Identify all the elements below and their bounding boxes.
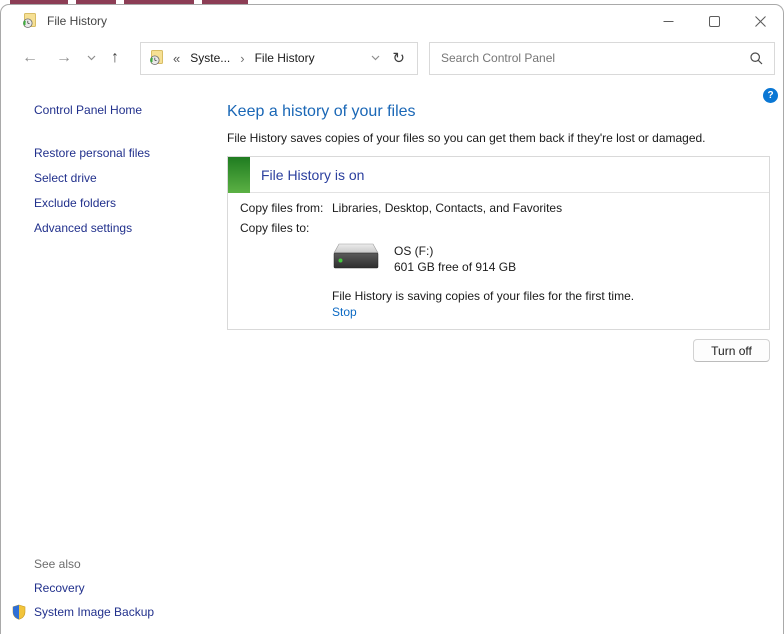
close-icon: [755, 16, 766, 27]
copy-from-value: Libraries, Desktop, Contacts, and Favori…: [332, 201, 562, 215]
window-title: File History: [47, 14, 107, 28]
file-history-window: File History ← →: [0, 4, 784, 634]
uac-shield-icon: [11, 604, 27, 620]
status-panel-body: Copy files from: Libraries, Desktop, Con…: [228, 193, 769, 329]
sidebar-item-restore-personal-files[interactable]: Restore personal files: [34, 146, 227, 160]
drive-info: OS (F:) 601 GB free of 914 GB: [394, 242, 516, 275]
status-on-indicator: [228, 157, 250, 193]
maximize-icon: [709, 16, 720, 27]
close-button[interactable]: [737, 5, 783, 37]
breadcrumb-separator-icon: ›: [240, 51, 244, 66]
page-title: Keep a history of your files: [227, 103, 770, 121]
file-history-crumb-icon: [149, 50, 165, 66]
copy-to-label: Copy files to:: [240, 221, 332, 235]
recent-pages-chevron-icon[interactable]: [81, 55, 102, 61]
minimize-button[interactable]: [645, 5, 691, 37]
minimize-icon: [663, 16, 674, 27]
breadcrumb-parent[interactable]: Syste...: [190, 51, 230, 65]
file-history-status-panel: File History is on Copy files from: Libr…: [227, 156, 770, 330]
forward-icon[interactable]: →: [47, 50, 81, 66]
see-also-label: See also: [34, 557, 154, 571]
target-drive: OS (F:) 601 GB free of 914 GB: [332, 242, 757, 275]
caption-buttons: [645, 5, 783, 37]
sidebar-item-recovery[interactable]: Recovery: [34, 581, 154, 595]
main-content: ? Keep a history of your files File Hist…: [227, 79, 783, 634]
stop-link[interactable]: Stop: [332, 305, 757, 319]
titlebar: File History: [1, 5, 783, 37]
search-icon[interactable]: [739, 52, 774, 65]
sidebar-item-exclude-folders[interactable]: Exclude folders: [34, 196, 227, 210]
drive-space: 601 GB free of 914 GB: [394, 259, 516, 275]
button-row: Turn off: [227, 339, 770, 362]
search-box: [429, 42, 775, 75]
breadcrumb-current[interactable]: File History: [255, 51, 315, 65]
navigation-toolbar: ← → ↑ « Syste... › File History ↻: [1, 37, 783, 79]
back-icon[interactable]: ←: [13, 50, 47, 66]
up-icon[interactable]: ↑: [102, 50, 128, 66]
drive-name: OS (F:): [394, 243, 516, 259]
window-body: Control Panel Home Restore personal file…: [1, 79, 783, 634]
copy-from-label: Copy files from:: [240, 201, 332, 215]
help-icon[interactable]: ?: [763, 88, 778, 103]
sidebar-item-system-image-backup[interactable]: System Image Backup: [11, 604, 154, 620]
activity-status: File History is saving copies of your fi…: [332, 289, 757, 303]
sidebar-item-control-panel-home[interactable]: Control Panel Home: [34, 103, 227, 117]
address-bar[interactable]: « Syste... › File History ↻: [140, 42, 418, 75]
breadcrumb-overflow-icon[interactable]: «: [173, 51, 180, 66]
turn-off-button[interactable]: Turn off: [693, 339, 770, 362]
sidebar-item-advanced-settings[interactable]: Advanced settings: [34, 221, 227, 235]
system-image-backup-label: System Image Backup: [34, 605, 154, 619]
hard-drive-icon: [332, 242, 380, 272]
sidebar: Control Panel Home Restore personal file…: [1, 79, 227, 634]
refresh-icon[interactable]: ↻: [384, 49, 417, 67]
maximize-button[interactable]: [691, 5, 737, 37]
sidebar-see-also-group: See also Recovery System Image Backup: [1, 557, 154, 620]
file-history-app-icon: [22, 13, 38, 29]
address-dropdown-chevron-icon[interactable]: [367, 55, 384, 61]
page-description: File History saves copies of your files …: [227, 131, 770, 145]
search-input[interactable]: [430, 51, 739, 65]
sidebar-item-select-drive[interactable]: Select drive: [34, 171, 227, 185]
status-panel-header: File History is on: [228, 157, 769, 193]
status-title: File History is on: [261, 167, 364, 183]
